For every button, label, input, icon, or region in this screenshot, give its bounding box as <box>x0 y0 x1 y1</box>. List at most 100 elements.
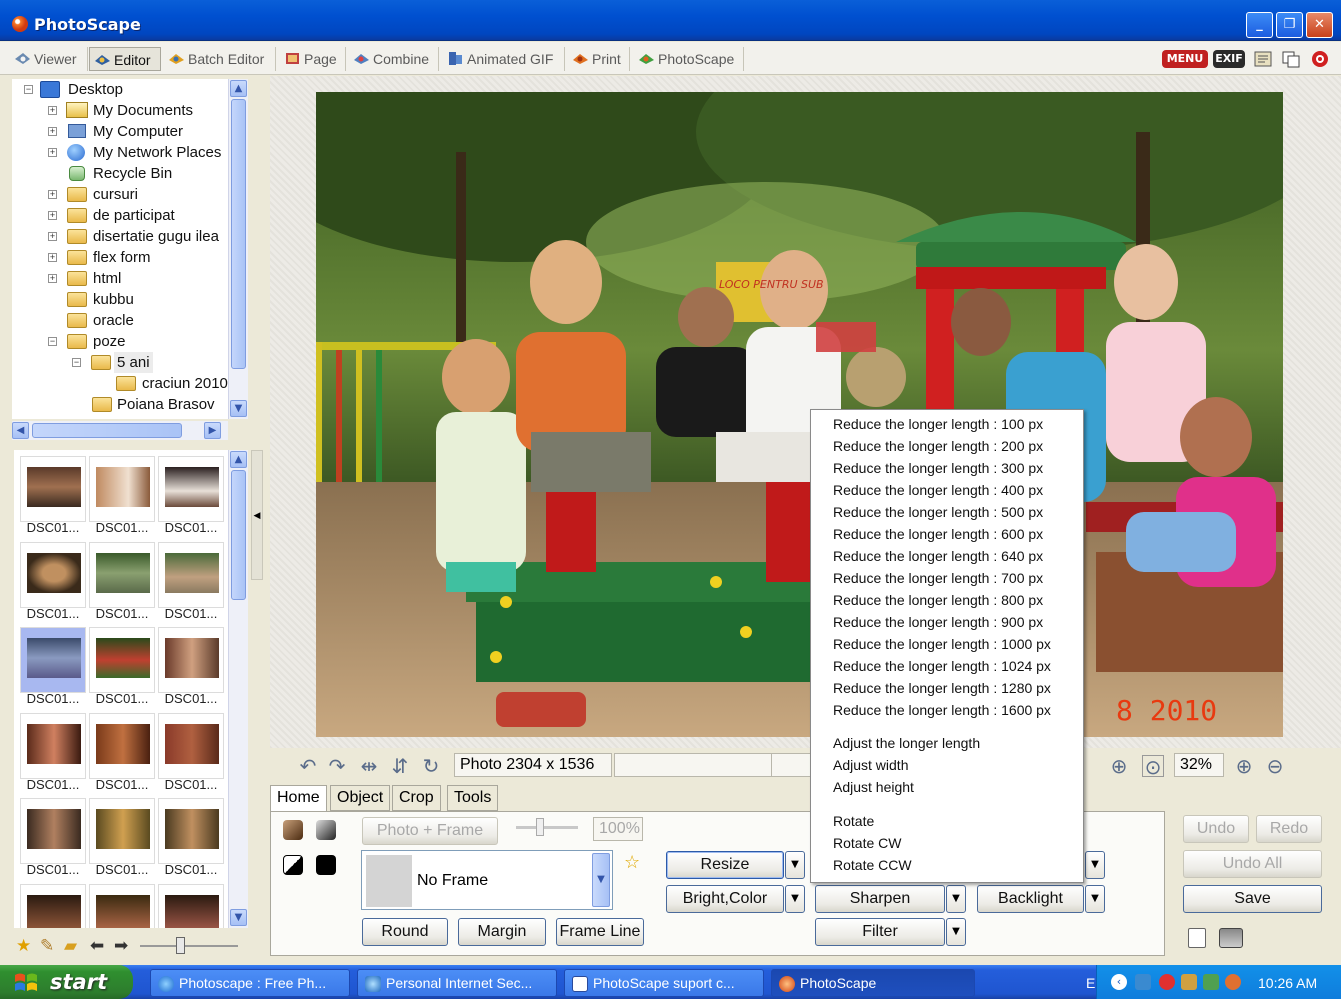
margin-button[interactable]: Margin <box>458 918 546 946</box>
menu-item-reduce-900[interactable]: Reduce the longer length : 900 px <box>833 611 1043 633</box>
resize-menu[interactable]: Reduce the longer length : 100 px Reduce… <box>810 409 1084 883</box>
backlight-button[interactable]: Backlight <box>977 885 1084 913</box>
security-alert-icon[interactable] <box>1159 974 1175 990</box>
menu-item-rotate-ccw[interactable]: Rotate CCW <box>833 854 912 876</box>
zoom-out-icon[interactable]: ⊖ <box>1264 755 1286 777</box>
tab-tools[interactable]: Tools <box>447 785 499 811</box>
tab-print[interactable]: Print <box>568 47 630 71</box>
thumbnail[interactable] <box>20 713 86 779</box>
tray-app-icon[interactable] <box>1181 974 1197 990</box>
collapse-icon[interactable]: − <box>48 337 57 346</box>
menu-item-reduce-600[interactable]: Reduce the longer length : 600 px <box>833 523 1043 545</box>
folder-open-icon[interactable]: ▰ <box>64 936 77 956</box>
straighten-icon[interactable]: ↻ <box>420 755 442 777</box>
thumbnail[interactable] <box>158 713 224 779</box>
menu-item-reduce-200[interactable]: Reduce the longer length : 200 px <box>833 435 1043 457</box>
scroll-thumb[interactable] <box>231 470 246 600</box>
thumbnail[interactable] <box>89 456 155 522</box>
scroll-up-icon[interactable]: ▲ <box>230 80 247 97</box>
invert-icon[interactable] <box>283 855 303 875</box>
resize-dropdown-icon[interactable]: ▼ <box>785 851 805 879</box>
tag-icon[interactable]: ✎ <box>40 936 54 956</box>
expand-icon[interactable]: + <box>48 253 57 262</box>
menu-item-rotate[interactable]: Rotate <box>833 810 874 832</box>
thumbnail[interactable] <box>158 456 224 522</box>
printer-icon[interactable] <box>1219 928 1243 948</box>
tab-object[interactable]: Object <box>330 785 391 811</box>
undo-all-button[interactable]: Undo All <box>1183 850 1322 878</box>
save-button[interactable]: Save <box>1183 885 1322 913</box>
taskbar-item-photoscape[interactable]: PhotoScape <box>771 969 975 997</box>
resize-button[interactable]: Resize <box>666 851 784 879</box>
expand-icon[interactable]: + <box>48 211 57 220</box>
taskbar-item-ie[interactable]: Photoscape : Free Ph... <box>150 969 350 997</box>
tray-app-icon-2[interactable] <box>1203 974 1219 990</box>
expand-icon[interactable]: + <box>48 232 57 241</box>
thumbnail[interactable] <box>158 542 224 608</box>
close-button[interactable]: ✕ <box>1306 12 1333 38</box>
thumbnail[interactable] <box>89 542 155 608</box>
thumbnail-grid[interactable]: DSC01... DSC01... DSC01... DSC01... DSC0… <box>14 450 230 928</box>
scroll-thumb[interactable] <box>32 423 182 438</box>
taskbar-item-security[interactable]: Personal Internet Sec... <box>357 969 557 997</box>
round-button[interactable]: Round <box>362 918 448 946</box>
zoom-fit-icon[interactable]: ⊕ <box>1108 755 1130 777</box>
frame-slider[interactable] <box>516 826 578 829</box>
folder-tree[interactable]: − Desktop + My Documents + My Computer +… <box>12 79 228 419</box>
favorite-star-icon[interactable]: ☆ <box>624 852 640 873</box>
thumbnail[interactable] <box>158 884 224 928</box>
network-icon[interactable] <box>1135 974 1151 990</box>
scroll-left-icon[interactable]: ◀ <box>12 422 29 439</box>
frame-sepia-icon[interactable] <box>283 820 303 840</box>
zoom-actual-icon[interactable]: ⊙ <box>1142 755 1164 778</box>
menu-item-reduce-1000[interactable]: Reduce the longer length : 1000 px <box>833 633 1051 655</box>
menu-item-rotate-cw[interactable]: Rotate CW <box>833 832 901 854</box>
taskbar-item-word[interactable]: PhotoScape suport c... <box>564 969 764 997</box>
scroll-up-icon[interactable]: ▲ <box>230 451 247 468</box>
frame-line-button[interactable]: Frame Line <box>556 918 644 946</box>
menu-item-reduce-300[interactable]: Reduce the longer length : 300 px <box>833 457 1043 479</box>
menu-item-reduce-100[interactable]: Reduce the longer length : 100 px <box>833 413 1043 435</box>
exif-button[interactable]: EXIF <box>1213 50 1245 68</box>
help-icon[interactable] <box>1310 50 1330 68</box>
thumbnail-selected[interactable] <box>20 627 86 693</box>
minimize-button[interactable]: _ <box>1246 12 1273 38</box>
thumbnail[interactable] <box>89 884 155 928</box>
tree-horizontal-scrollbar[interactable]: ◀ ▶ <box>12 421 228 440</box>
redo-button[interactable]: Redo <box>1256 815 1322 843</box>
thumbnail[interactable] <box>158 798 224 864</box>
info-icon[interactable] <box>1252 50 1274 68</box>
rotate-left-icon[interactable]: ↶ <box>297 755 319 777</box>
back-arrow-icon[interactable]: ⬅ <box>90 936 104 956</box>
menu-item-adjust-width[interactable]: Adjust width <box>833 754 908 776</box>
auto-level-dropdown-icon[interactable]: ▼ <box>1085 851 1105 879</box>
chevron-down-icon[interactable]: ▼ <box>592 853 610 907</box>
rotate-right-icon[interactable]: ↷ <box>326 755 348 777</box>
tab-animated-gif[interactable]: Animated GIF <box>443 47 565 71</box>
menu-item-reduce-700[interactable]: Reduce the longer length : 700 px <box>833 567 1043 589</box>
photo-frame-button[interactable]: Photo + Frame <box>362 817 498 845</box>
tray-expand-icon[interactable]: ‹ <box>1111 974 1127 990</box>
tab-batch-editor[interactable]: Batch Editor <box>164 47 276 71</box>
expand-icon[interactable]: + <box>48 148 57 157</box>
filter-button[interactable]: Filter <box>815 918 945 946</box>
bright-color-button[interactable]: Bright,Color <box>666 885 784 913</box>
bright-color-dropdown-icon[interactable]: ▼ <box>785 885 805 913</box>
thumbnail[interactable] <box>158 627 224 693</box>
menu-item-reduce-1024[interactable]: Reduce the longer length : 1024 px <box>833 655 1051 677</box>
menu-item-reduce-1280[interactable]: Reduce the longer length : 1280 px <box>833 677 1051 699</box>
menu-item-adjust-longer-length[interactable]: Adjust the longer length <box>833 732 980 754</box>
thumbnail-size-slider[interactable] <box>140 945 238 947</box>
expand-icon[interactable]: + <box>48 274 57 283</box>
restore-button[interactable]: ❐ <box>1276 12 1303 38</box>
thumbnail[interactable] <box>20 456 86 522</box>
sharpen-dropdown-icon[interactable]: ▼ <box>946 885 966 913</box>
undo-button[interactable]: Undo <box>1183 815 1249 843</box>
expand-icon[interactable]: + <box>48 190 57 199</box>
thumbnail[interactable] <box>89 627 155 693</box>
contrast-icon[interactable] <box>316 855 336 875</box>
menu-button[interactable]: MENU <box>1162 50 1208 68</box>
tab-editor[interactable]: Editor <box>89 47 161 71</box>
tab-viewer[interactable]: Viewer <box>10 47 88 71</box>
thumbnail[interactable] <box>20 884 86 928</box>
